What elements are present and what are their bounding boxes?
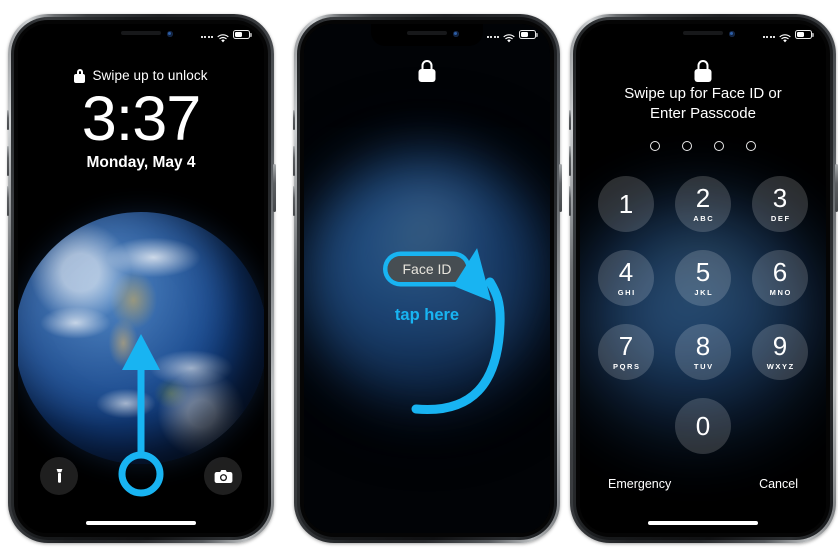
emergency-button[interactable]: Emergency <box>608 477 671 491</box>
camera-icon <box>214 469 232 483</box>
keypad-key-letters: GHI <box>617 287 636 297</box>
mute-switch[interactable] <box>568 110 571 130</box>
mute-switch[interactable] <box>6 110 9 130</box>
keypad-key-4[interactable]: 4 GHI <box>598 250 654 306</box>
passcode-dots <box>580 141 826 151</box>
front-camera-icon <box>729 30 735 37</box>
volume-up-button[interactable] <box>6 146 9 176</box>
wifi-icon <box>779 30 791 43</box>
front-camera-icon <box>167 30 173 37</box>
keypad-key-number: 4 <box>618 257 634 288</box>
keypad-key-2[interactable]: 2 ABC <box>675 176 731 232</box>
phone-passcode-screen: Swipe up for Face ID or Enter Passcode 1… <box>568 14 838 543</box>
notch <box>647 24 759 46</box>
three-phone-tutorial: Swipe up to unlock 3:37 Monday, May 4 Fa… <box>0 0 838 557</box>
passcode-bottom-row: Emergency Cancel <box>580 477 826 491</box>
volume-down-button[interactable] <box>6 186 9 216</box>
signal-dots-icon <box>763 31 775 38</box>
keypad-key-letters: WXYZ <box>766 361 795 371</box>
keypad-key-number: 5 <box>695 257 711 288</box>
battery-icon <box>519 30 538 39</box>
curved-arrow-annotation <box>411 248 505 415</box>
keypad-key-9[interactable]: 9 WXYZ <box>752 324 808 380</box>
keypad-key-number: 3 <box>772 183 788 214</box>
side-button[interactable] <box>273 164 276 212</box>
earpiece-speaker-icon <box>407 31 447 35</box>
keypad-key-letters: JKL <box>694 287 714 297</box>
home-indicator[interactable] <box>86 520 196 525</box>
phone-lock-screen: Swipe up to unlock 3:37 Monday, May 4 <box>6 14 276 543</box>
battery-icon <box>233 30 252 39</box>
notch <box>371 24 483 46</box>
cancel-button[interactable]: Cancel <box>759 477 798 491</box>
passcode-title: Swipe up for Face ID or Enter Passcode <box>580 84 826 125</box>
mute-switch[interactable] <box>292 110 295 130</box>
keypad-key-6[interactable]: 6 MNO <box>752 250 808 306</box>
passcode-keypad: 1 2 ABC 3 DEF 4 GHI 5 JKL 6 MNO 7 PQRS 8 TUV 9W… <box>598 176 808 454</box>
swipe-hint-row: Swipe up to unlock <box>18 68 264 83</box>
signal-dots-icon <box>201 31 213 38</box>
volume-down-button[interactable] <box>292 186 295 216</box>
phone-screen: Face ID tap here <box>304 24 550 533</box>
keypad-key-number: 1 <box>618 189 634 219</box>
lock-icon <box>694 60 712 82</box>
phone-screen: Swipe up to unlock 3:37 Monday, May 4 <box>18 24 264 533</box>
volume-up-button[interactable] <box>568 146 571 176</box>
status-bar <box>201 30 252 43</box>
side-button[interactable] <box>835 164 838 212</box>
lock-icon <box>74 68 86 83</box>
status-bar <box>763 30 814 43</box>
notch <box>85 24 197 46</box>
camera-button[interactable] <box>204 457 242 495</box>
keypad-key-letters: TUV <box>693 361 714 371</box>
keypad-key-1[interactable]: 1 <box>598 176 654 232</box>
passcode-title-line1: Swipe up for Face ID or <box>624 85 782 102</box>
side-button[interactable] <box>559 164 562 212</box>
keypad-key-number: 7 <box>618 331 634 362</box>
phone-screen: Swipe up for Face ID or Enter Passcode 1… <box>580 24 826 533</box>
keypad-key-0[interactable]: 0 <box>675 398 731 454</box>
flashlight-icon <box>56 469 62 483</box>
swipe-up-arrow-annotation <box>109 334 173 509</box>
keypad-key-7[interactable]: 7 PQRS <box>598 324 654 380</box>
earpiece-speaker-icon <box>121 31 161 35</box>
keypad-key-number: 8 <box>695 331 711 362</box>
keypad-key-number: 2 <box>695 183 711 214</box>
keypad-key-letters: PQRS <box>612 361 641 371</box>
front-camera-icon <box>453 30 459 37</box>
keypad-key-3[interactable]: 3 DEF <box>752 176 808 232</box>
lock-screen-date: Monday, May 4 <box>86 154 196 171</box>
earpiece-speaker-icon <box>683 31 723 35</box>
keypad-key-letters: DEF <box>770 213 791 223</box>
flashlight-button[interactable] <box>40 457 78 495</box>
volume-up-button[interactable] <box>292 146 295 176</box>
keypad-key-5[interactable]: 5 JKL <box>675 250 731 306</box>
wifi-icon <box>217 30 229 43</box>
signal-dots-icon <box>487 31 499 38</box>
keypad-key-number: 0 <box>695 411 711 441</box>
keypad-key-8[interactable]: 8 TUV <box>675 324 731 380</box>
volume-down-button[interactable] <box>568 186 571 216</box>
keypad-key-number: 9 <box>772 331 788 362</box>
passcode-title-line2: Enter Passcode <box>650 105 756 123</box>
status-bar <box>487 30 538 43</box>
keypad-key-number: 6 <box>772 257 788 288</box>
lock-screen-time: 3:37 <box>81 84 202 154</box>
keypad-key-letters: ABC <box>693 213 715 223</box>
phone-face-id-screen: Face ID tap here <box>292 14 562 543</box>
home-indicator[interactable] <box>648 520 758 525</box>
battery-icon <box>795 30 814 39</box>
keypad-key-letters: MNO <box>769 287 792 297</box>
swipe-hint-label: Swipe up to unlock <box>92 68 208 83</box>
wifi-icon <box>503 30 515 43</box>
